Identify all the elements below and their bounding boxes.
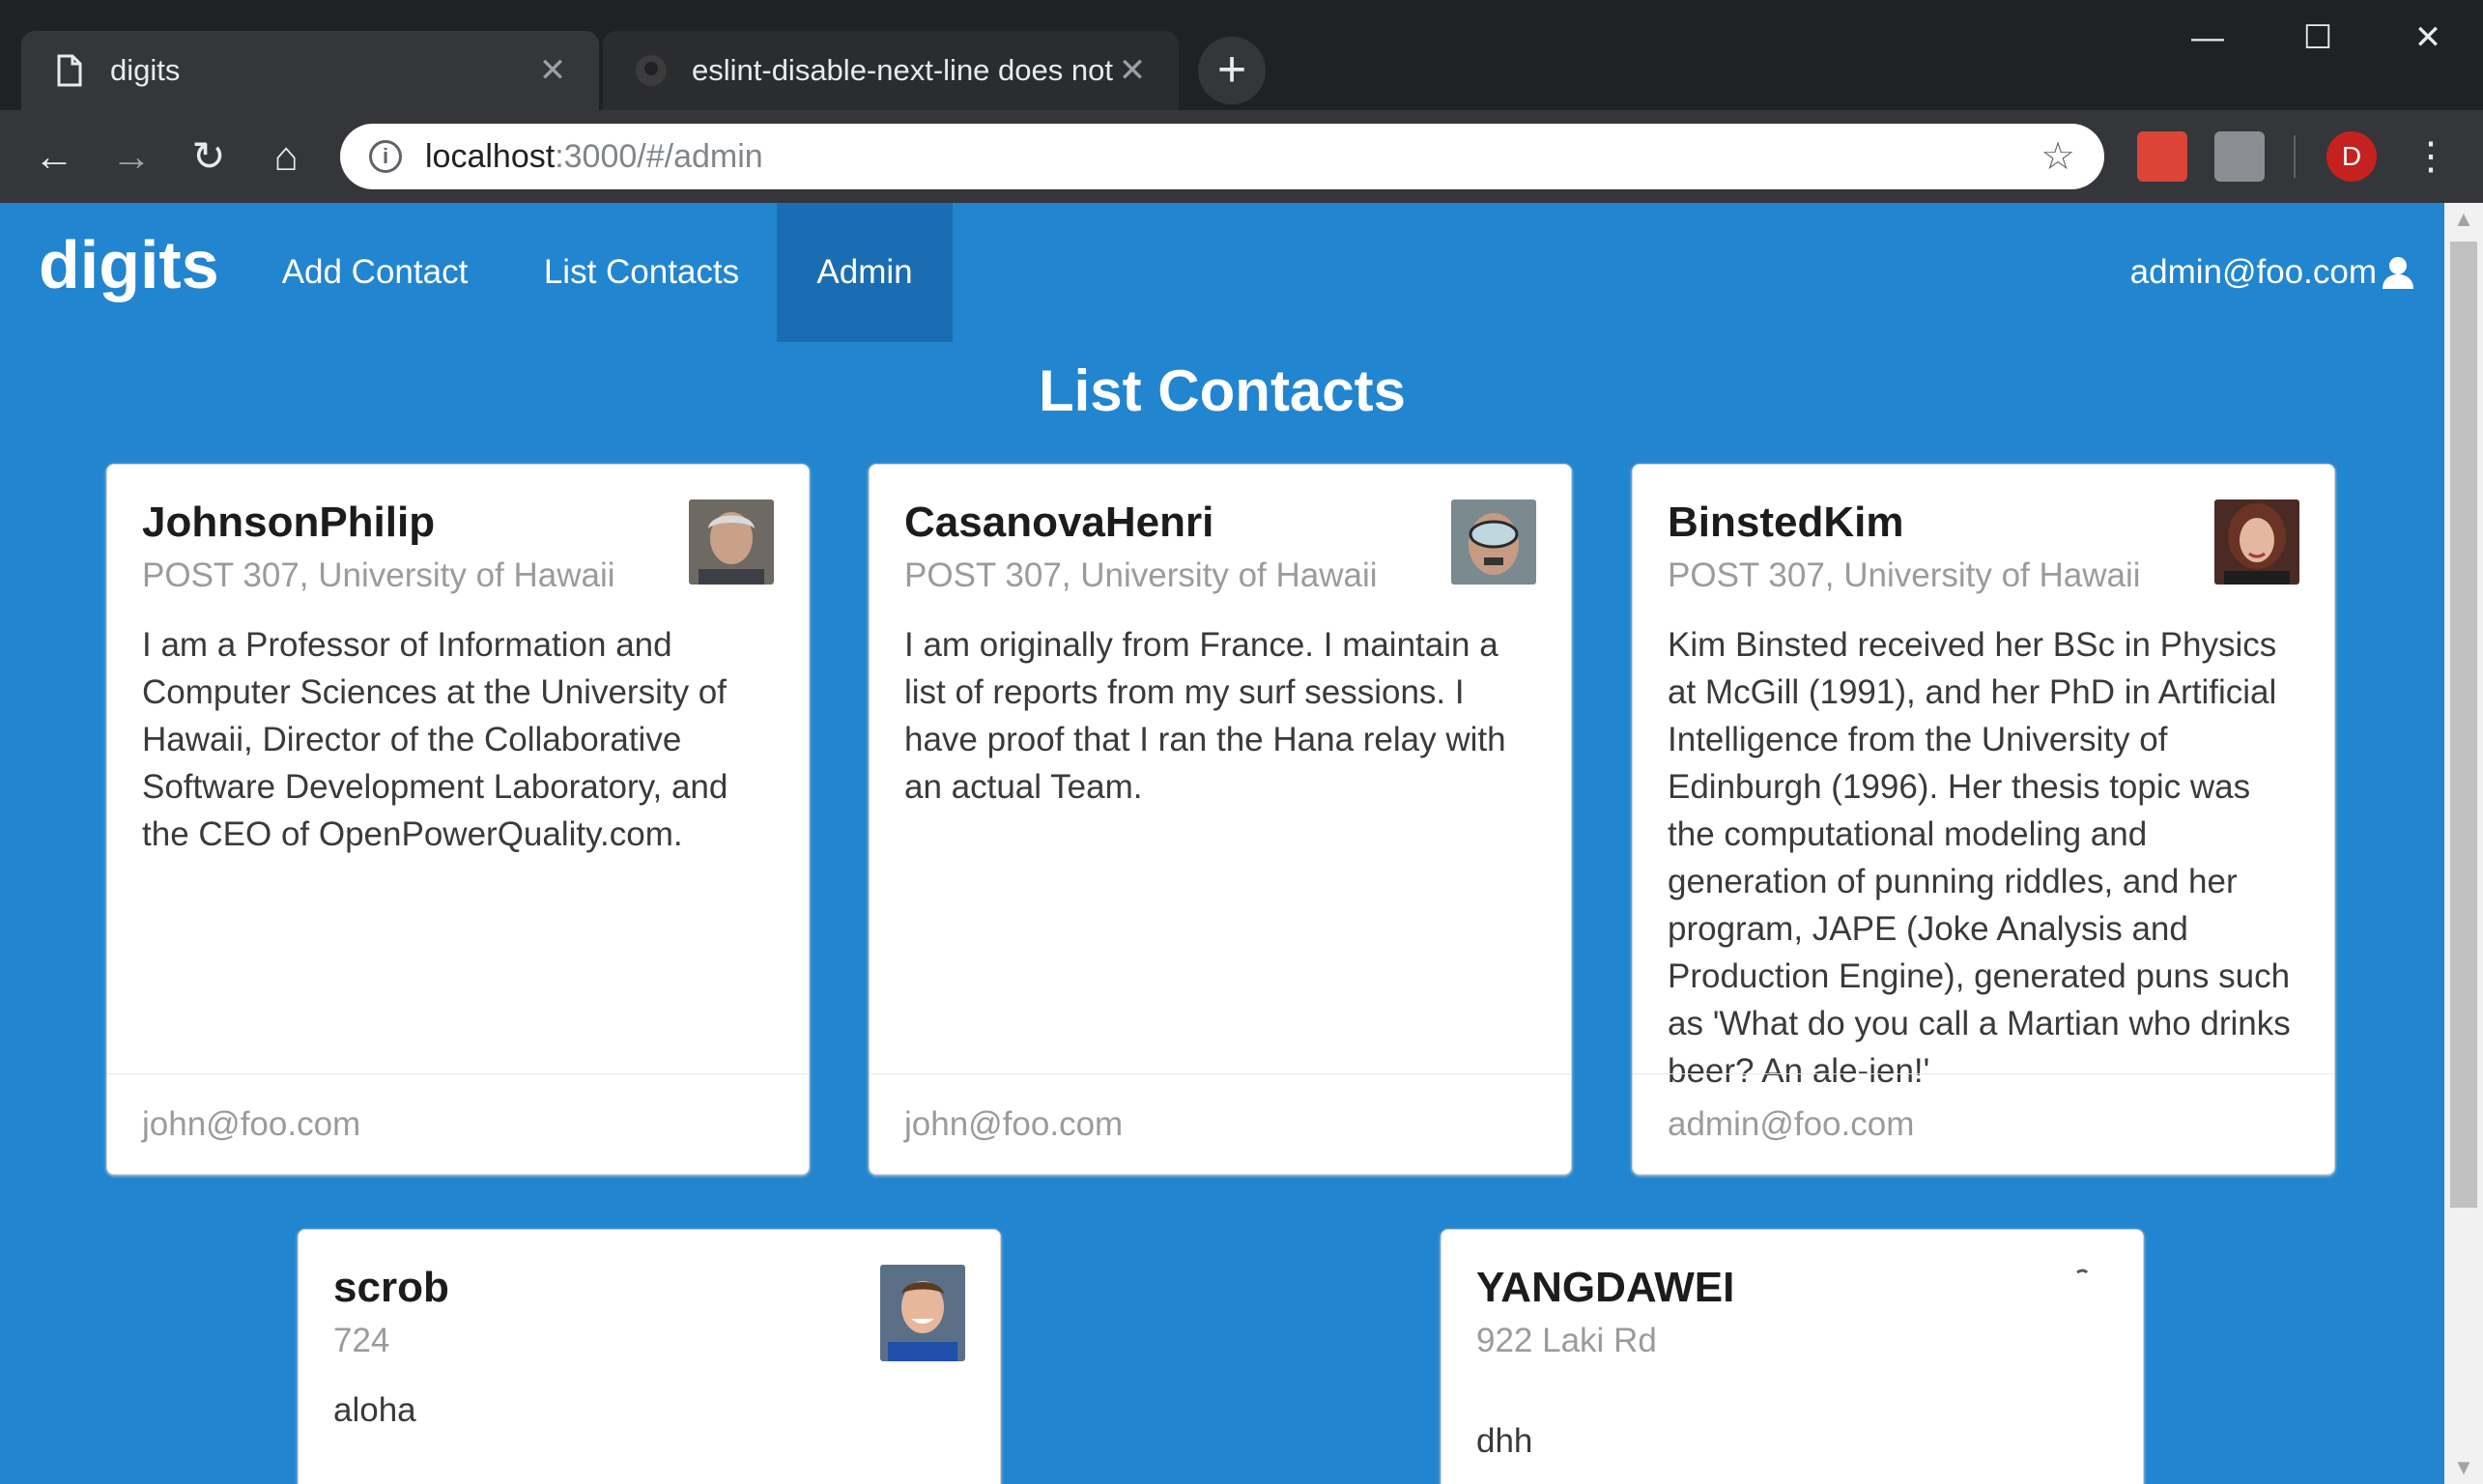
contact-photo — [880, 1265, 965, 1361]
contact-photo — [2214, 499, 2299, 585]
reload-icon[interactable]: ↻ — [180, 128, 238, 186]
page-icon — [50, 51, 89, 90]
browser-menu-icon[interactable]: ⋮ — [2412, 131, 2450, 182]
browser-toolbar: ← → ↻ ⌂ i localhost:3000/#/admin ☆ D ⋮ — [0, 110, 2483, 203]
contact-owner: john@foo.com — [107, 1073, 809, 1174]
url-path: :3000/#/admin — [555, 137, 763, 175]
github-icon — [632, 51, 671, 90]
nav-add-contact[interactable]: Add Contact — [253, 203, 497, 342]
maximize-icon[interactable]: ☐ — [2263, 0, 2373, 75]
page-title: List Contacts — [1038, 358, 1407, 423]
react-devtools-icon[interactable] — [2137, 131, 2187, 182]
close-tab-icon[interactable]: ✕ — [533, 51, 572, 90]
user-dropdown[interactable]: admin@foo.com — [2130, 203, 2415, 342]
contact-photo — [2023, 1265, 2108, 1350]
scroll-down-icon[interactable]: ▼ — [2444, 1455, 2483, 1480]
contact-owner: john@foo.com — [870, 1073, 1571, 1174]
profile-avatar[interactable]: D — [2326, 131, 2377, 182]
address-bar[interactable]: i localhost:3000/#/admin ☆ — [340, 124, 2104, 189]
nav-list-contacts[interactable]: List Contacts — [516, 203, 767, 342]
back-icon[interactable]: ← — [25, 128, 83, 186]
contact-address: POST 307, University of Hawaii — [904, 556, 1378, 594]
contact-description: dhh — [1476, 1422, 1533, 1460]
brand-logo[interactable]: digits — [39, 226, 219, 303]
minimize-icon[interactable]: — — [2153, 0, 2263, 75]
contact-photo — [1451, 499, 1536, 585]
contact-description: I am originally from France. I maintain … — [904, 626, 1506, 806]
contact-card: JohnsonPhilip POST 307, University of Ha… — [106, 464, 810, 1175]
page-viewport: digits Add Contact List Contacts Admin a… — [0, 203, 2444, 1484]
contact-description: I am a Professor of Information and Comp… — [142, 626, 728, 853]
contact-card: YANGDAWEI 922 Laki Rd dhh — [1441, 1229, 2144, 1484]
browser-tab-inactive[interactable]: eslint-disable-next-line does not ✕ — [603, 31, 1179, 110]
contact-description: Kim Binsted received her BSc in Physics … — [1668, 626, 2291, 1090]
scrollbar-thumb[interactable] — [2450, 242, 2477, 1208]
user-icon — [2381, 255, 2415, 290]
contact-name: BinstedKim — [1668, 499, 1904, 546]
forward-icon[interactable]: → — [102, 128, 160, 186]
contact-name: scrob — [333, 1264, 449, 1311]
new-tab-button[interactable]: + — [1198, 37, 1266, 104]
contact-address: POST 307, University of Hawaii — [142, 556, 615, 594]
contact-card: CasanovaHenri POST 307, University of Ha… — [869, 464, 1572, 1175]
toolbar-divider — [2294, 135, 2296, 178]
contact-address: 724 — [333, 1322, 390, 1359]
scroll-up-icon[interactable]: ▲ — [2444, 207, 2483, 232]
contact-name: CasanovaHenri — [904, 499, 1214, 546]
close-tab-icon[interactable]: ✕ — [1113, 51, 1152, 90]
contact-address: POST 307, University of Hawaii — [1668, 556, 2141, 594]
bookmark-star-icon[interactable]: ☆ — [2041, 134, 2075, 179]
contact-address: 922 Laki Rd — [1476, 1322, 1657, 1359]
contact-description: aloha — [333, 1391, 416, 1429]
contact-card: scrob 724 aloha — [298, 1229, 1001, 1484]
tab-title: eslint-disable-next-line does not — [692, 53, 1113, 87]
home-icon[interactable]: ⌂ — [257, 128, 315, 186]
close-window-icon[interactable]: ✕ — [2373, 0, 2483, 75]
page-scrollbar[interactable]: ▲ ▼ — [2444, 203, 2483, 1484]
browser-chrome: digits ✕ eslint-disable-next-line does n… — [0, 0, 2483, 203]
contact-name: JohnsonPhilip — [142, 499, 436, 546]
contact-photo — [689, 499, 774, 585]
extension-icon[interactable] — [2214, 131, 2265, 182]
nav-admin[interactable]: Admin — [777, 203, 953, 342]
browser-tab-active[interactable]: digits ✕ — [21, 31, 599, 110]
top-navbar: digits Add Contact List Contacts Admin a… — [0, 203, 2444, 342]
url-host: localhost — [425, 137, 556, 175]
contact-card: BinstedKim POST 307, University of Hawai… — [1632, 464, 2335, 1175]
contact-name: YANGDAWEI — [1476, 1264, 1735, 1311]
tab-title: digits — [110, 53, 181, 87]
contact-owner: admin@foo.com — [1633, 1073, 2334, 1174]
info-icon[interactable]: i — [369, 140, 402, 173]
user-email: admin@foo.com — [2129, 253, 2377, 291]
